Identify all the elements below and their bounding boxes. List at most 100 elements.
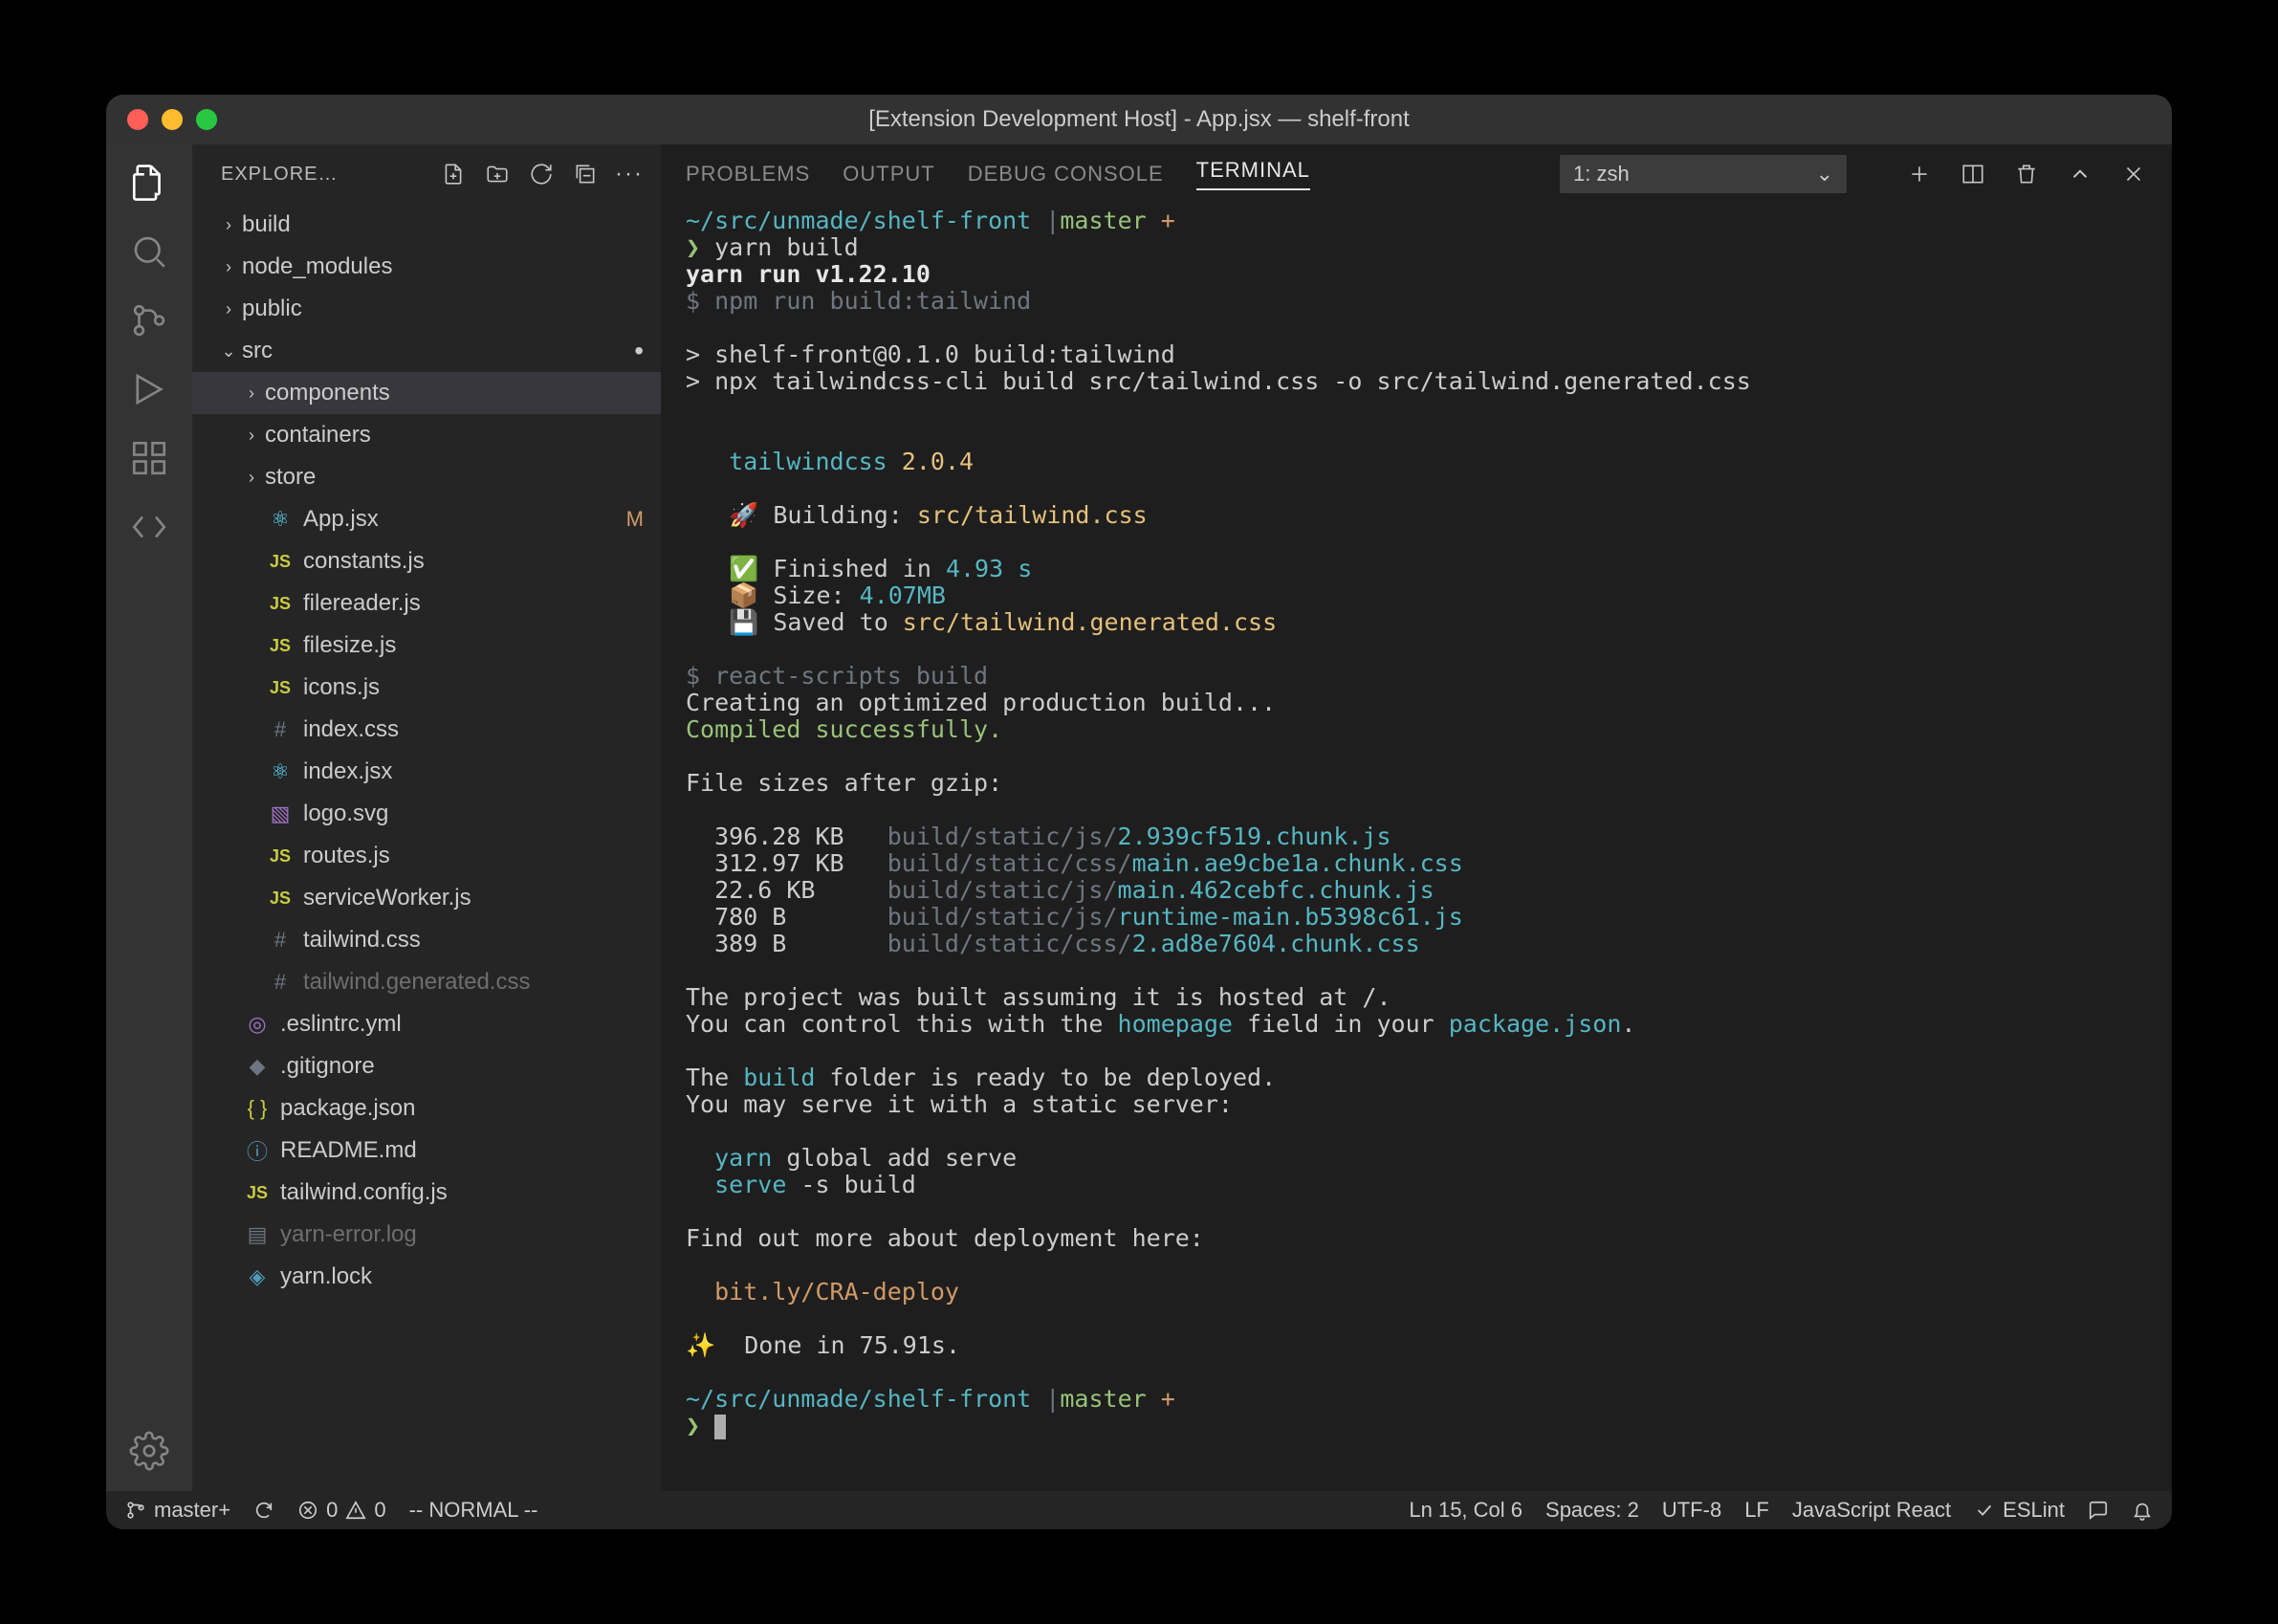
status-eslint[interactable]: ESLint bbox=[1974, 1498, 2065, 1523]
tree-item-routes-js[interactable]: JS routes.js bbox=[192, 835, 661, 877]
titlebar: [Extension Development Host] - App.jsx —… bbox=[106, 95, 2172, 144]
tree-item-label: containers bbox=[265, 422, 371, 449]
tree-item-label: serviceWorker.js bbox=[303, 885, 471, 911]
terminal-selector-label: 1: zsh bbox=[1573, 162, 1630, 187]
explorer-header: EXPLORE… ··· bbox=[192, 144, 661, 204]
tree-item-app-jsx[interactable]: ⚛App.jsxM bbox=[192, 498, 661, 540]
new-terminal-icon[interactable] bbox=[1906, 161, 1933, 187]
tree-item-icons-js[interactable]: JSicons.js bbox=[192, 667, 661, 709]
run-debug-icon[interactable] bbox=[128, 368, 170, 410]
file-tree[interactable]: ›build›node_modules›public⌄src•›componen… bbox=[192, 204, 661, 1491]
tree-item-index-jsx[interactable]: ⚛ index.jsx bbox=[192, 751, 661, 793]
chevron-down-icon: ⌄ bbox=[1816, 162, 1833, 187]
file-icon: ⚛ bbox=[265, 759, 296, 784]
tree-item-label: routes.js bbox=[303, 843, 390, 869]
explorer-title: EXPLORE… bbox=[221, 164, 441, 186]
maximize-panel-icon[interactable] bbox=[2067, 161, 2093, 187]
terminal-selector[interactable]: 1: zsh ⌄ bbox=[1560, 155, 1847, 193]
tree-item-store[interactable]: ›store bbox=[192, 456, 661, 498]
status-sync[interactable] bbox=[253, 1500, 274, 1521]
tab-output[interactable]: OUTPUT bbox=[843, 162, 934, 187]
tree-item-serviceworker-js[interactable]: JSserviceWorker.js bbox=[192, 877, 661, 919]
refresh-icon[interactable] bbox=[529, 162, 554, 187]
tree-item-readme-md[interactable]: ⓘREADME.md bbox=[192, 1130, 661, 1172]
file-icon: ▧ bbox=[265, 801, 296, 826]
maximize-window-button[interactable] bbox=[196, 109, 217, 130]
tree-item-label: tailwind.generated.css bbox=[303, 969, 530, 996]
chevron-icon: ⌄ bbox=[215, 341, 242, 362]
new-file-icon[interactable] bbox=[441, 162, 466, 187]
file-icon: ⚛ bbox=[265, 507, 296, 532]
file-icon: JS bbox=[265, 552, 296, 572]
tree-item-label: icons.js bbox=[303, 674, 380, 701]
settings-gear-icon[interactable] bbox=[128, 1430, 170, 1472]
split-terminal-icon[interactable] bbox=[1960, 161, 1986, 187]
tree-item-label: public bbox=[242, 296, 302, 322]
tree-item-src[interactable]: ⌄src• bbox=[192, 330, 661, 372]
extensions-icon[interactable] bbox=[128, 437, 170, 479]
panel-tabs: PROBLEMS OUTPUT DEBUG CONSOLE TERMINAL 1… bbox=[661, 144, 2172, 204]
minimize-window-button[interactable] bbox=[162, 109, 183, 130]
tab-terminal[interactable]: TERMINAL bbox=[1196, 158, 1310, 190]
tree-item-yarn-lock[interactable]: ◈yarn.lock bbox=[192, 1256, 661, 1298]
status-cursor-position[interactable]: Ln 15, Col 6 bbox=[1409, 1498, 1522, 1523]
tree-item-package-json[interactable]: { }package.json bbox=[192, 1087, 661, 1130]
tree-item-components[interactable]: ›components bbox=[192, 372, 661, 414]
explorer-icon[interactable] bbox=[128, 162, 170, 204]
tree-item-yarn-error-log[interactable]: ▤yarn-error.log bbox=[192, 1214, 661, 1256]
tree-item-label: tailwind.css bbox=[303, 927, 421, 954]
modified-badge: M bbox=[626, 507, 644, 532]
tree-item-filereader-js[interactable]: JS filereader.js bbox=[192, 582, 661, 625]
terminal-actions bbox=[1906, 161, 2147, 187]
tree-item-label: tailwind.config.js bbox=[280, 1179, 448, 1206]
more-actions-icon[interactable]: ··· bbox=[617, 162, 642, 187]
file-icon: JS bbox=[265, 636, 296, 656]
tree-item-tailwind-css[interactable]: #tailwind.css bbox=[192, 919, 661, 961]
tree-item-node-modules[interactable]: ›node_modules bbox=[192, 246, 661, 288]
chevron-icon: › bbox=[215, 257, 242, 277]
source-control-icon[interactable] bbox=[128, 299, 170, 341]
tree-item-public[interactable]: ›public bbox=[192, 288, 661, 330]
tree-item-label: README.md bbox=[280, 1137, 417, 1164]
tree-item-constants-js[interactable]: JSconstants.js bbox=[192, 540, 661, 582]
tree-item-label: index.jsx bbox=[303, 758, 392, 785]
close-panel-icon[interactable] bbox=[2120, 161, 2147, 187]
tree-item-filesize-js[interactable]: JSfilesize.js bbox=[192, 625, 661, 667]
status-bell-icon[interactable] bbox=[2132, 1500, 2153, 1521]
tree-item-tailwind-config-js[interactable]: JS tailwind.config.js bbox=[192, 1172, 661, 1214]
tab-problems[interactable]: PROBLEMS bbox=[686, 162, 810, 187]
status-branch[interactable]: master+ bbox=[125, 1498, 230, 1523]
terminal-output[interactable]: ~/src/unmade/shelf-front |master + ❯ yar… bbox=[661, 204, 2172, 1491]
close-window-button[interactable] bbox=[127, 109, 148, 130]
status-feedback-icon[interactable] bbox=[2088, 1500, 2109, 1521]
explorer-actions: ··· bbox=[441, 162, 642, 187]
tree-item-build[interactable]: ›build bbox=[192, 204, 661, 246]
status-language[interactable]: JavaScript React bbox=[1792, 1498, 1951, 1523]
status-indentation[interactable]: Spaces: 2 bbox=[1545, 1498, 1639, 1523]
tree-item--eslintrc-yml[interactable]: ◎.eslintrc.yml bbox=[192, 1003, 661, 1045]
explorer-sidebar: EXPLORE… ··· ›build›node_modules›public⌄… bbox=[192, 144, 661, 1491]
tree-item-logo-svg[interactable]: ▧logo.svg bbox=[192, 793, 661, 835]
status-encoding[interactable]: UTF-8 bbox=[1662, 1498, 1721, 1523]
chevron-icon: › bbox=[215, 215, 242, 235]
tab-debug-console[interactable]: DEBUG CONSOLE bbox=[968, 162, 1164, 187]
tree-item-label: index.css bbox=[303, 716, 399, 743]
window-title: [Extension Development Host] - App.jsx —… bbox=[868, 106, 1410, 133]
file-icon: JS bbox=[265, 846, 296, 867]
collapse-all-icon[interactable] bbox=[573, 162, 598, 187]
tree-item--gitignore[interactable]: ◆.gitignore bbox=[192, 1045, 661, 1087]
tree-item-index-css[interactable]: #index.css bbox=[192, 709, 661, 751]
tree-item-label: build bbox=[242, 211, 291, 238]
search-icon[interactable] bbox=[128, 230, 170, 273]
file-icon: JS bbox=[265, 594, 296, 614]
tree-item-label: yarn.lock bbox=[280, 1263, 372, 1290]
remote-icon[interactable] bbox=[128, 506, 170, 548]
tree-item-label: filereader.js bbox=[303, 590, 421, 617]
status-problems[interactable]: 0 0 bbox=[297, 1498, 386, 1523]
tree-item-containers[interactable]: ›containers bbox=[192, 414, 661, 456]
file-icon: JS bbox=[242, 1183, 273, 1203]
status-eol[interactable]: LF bbox=[1744, 1498, 1769, 1523]
tree-item-tailwind-generated-css[interactable]: #tailwind.generated.css bbox=[192, 961, 661, 1003]
kill-terminal-icon[interactable] bbox=[2013, 161, 2040, 187]
new-folder-icon[interactable] bbox=[485, 162, 510, 187]
